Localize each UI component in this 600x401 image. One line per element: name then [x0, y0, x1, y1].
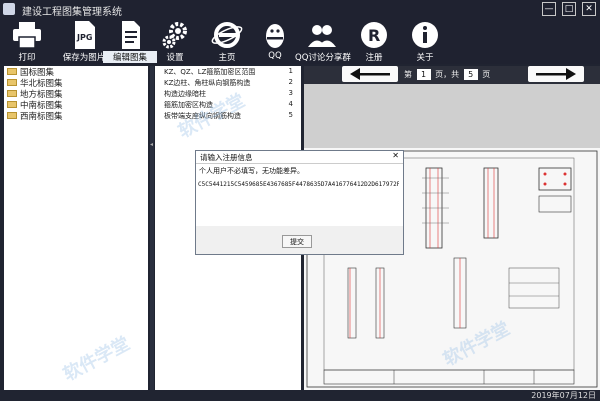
- panel-splitter[interactable]: ◂: [150, 66, 154, 390]
- tree-item-label: 西南标图集: [20, 112, 63, 122]
- page-navigation: 第 1 页，共 5 页: [304, 66, 600, 84]
- print-label: 打印: [18, 53, 36, 63]
- tree-item-southwest[interactable]: 西南标图集: [4, 110, 148, 122]
- doc-title: 构造边缘暗柱: [164, 90, 206, 98]
- main-toolbar: 打印 JPG 保存为图片 编辑图集 设置 主页 QQ QQ讨论分享群 R 注册 …: [0, 18, 600, 64]
- folder-icon: [7, 90, 17, 97]
- print-button[interactable]: 打印: [0, 20, 54, 64]
- tree-item-local[interactable]: 地方标图集: [4, 88, 148, 100]
- app-icon: [3, 3, 15, 15]
- register-label: 注册: [365, 53, 383, 63]
- title-bar: 建设工程图集管理系统 — □ ✕: [0, 0, 600, 18]
- doc-title: KZ、QZ、LZ箍筋加密区范围: [164, 68, 256, 76]
- group-users-icon: [308, 25, 336, 47]
- next-page-button[interactable]: [528, 66, 584, 82]
- doc-number: 4: [288, 100, 293, 108]
- qq-label: QQ: [268, 51, 282, 61]
- page-prefix: 第: [404, 70, 412, 79]
- doc-number: 5: [288, 111, 293, 119]
- settings-label: 设置: [166, 53, 184, 63]
- list-item[interactable]: KZ边柱、角柱纵向钢筋构造 2: [155, 77, 301, 88]
- dialog-footer: 提交: [196, 227, 403, 254]
- document-edit-icon: [122, 21, 140, 49]
- settings-button[interactable]: 设置: [148, 20, 202, 64]
- dialog-title: 请输入注册信息: [200, 153, 253, 162]
- page-middle-text: 页，共: [435, 70, 460, 79]
- about-label: 关于: [416, 53, 434, 63]
- tree-item-central-south[interactable]: 中南标图集: [4, 99, 148, 111]
- status-date: 2019年07月12日: [531, 391, 596, 400]
- ie-browser-icon: [211, 22, 243, 48]
- page-indicator: 第 1 页，共 5 页: [404, 69, 490, 80]
- dialog-body: 个人用户不必填写，无功能差异。: [196, 164, 403, 226]
- maximize-button[interactable]: □: [562, 2, 576, 16]
- gears-icon: [162, 22, 187, 49]
- qq-group-button[interactable]: QQ讨论分享群: [295, 20, 351, 64]
- window-title: 建设工程图集管理系统: [22, 7, 122, 18]
- qq-button[interactable]: QQ: [248, 20, 302, 64]
- folder-icon: [7, 101, 17, 108]
- folder-icon: [7, 112, 17, 119]
- tree-item-national[interactable]: 国标图集: [4, 66, 148, 78]
- page-suffix: 页: [482, 70, 491, 79]
- viewer-background: [304, 84, 600, 148]
- printer-icon: [13, 22, 41, 49]
- dialog-close-button[interactable]: ✕: [392, 151, 399, 160]
- dialog-hint-text: 个人用户不必填写，无功能差异。: [199, 167, 304, 175]
- home-label: 主页: [218, 53, 236, 63]
- info-icon: [412, 22, 438, 48]
- arrow-left-icon: [350, 68, 390, 80]
- jpg-file-icon: JPG: [75, 21, 95, 49]
- registration-code-input[interactable]: [196, 178, 401, 190]
- current-page-field[interactable]: 1: [416, 69, 431, 80]
- svg-text:R: R: [368, 26, 380, 45]
- window-controls: — □ ✕: [542, 2, 596, 16]
- doc-number: 1: [288, 67, 293, 75]
- home-button[interactable]: 主页: [200, 20, 254, 64]
- doc-number: 3: [288, 89, 293, 97]
- jpg-icon-text: JPG: [76, 33, 92, 42]
- register-button[interactable]: R 注册: [347, 20, 401, 64]
- doc-title: KZ边柱、角柱纵向钢筋构造: [164, 79, 251, 87]
- close-window-button[interactable]: ✕: [582, 2, 596, 16]
- qq-group-label: QQ讨论分享群: [295, 53, 351, 63]
- registration-dialog: 请输入注册信息 ✕ 个人用户不必填写，无功能差异。 提交: [195, 150, 404, 255]
- qq-penguin-icon: [266, 24, 284, 48]
- about-button[interactable]: 关于: [398, 20, 452, 64]
- submit-button[interactable]: 提交: [282, 235, 312, 248]
- dialog-header: 请输入注册信息 ✕: [196, 151, 403, 164]
- folder-icon: [7, 79, 17, 86]
- tree-item-north-china[interactable]: 华北标图集: [4, 77, 148, 89]
- total-pages: 5: [463, 69, 478, 80]
- registered-icon: R: [361, 22, 387, 48]
- collapse-arrow-icon[interactable]: ◂: [150, 141, 153, 148]
- minimize-button[interactable]: —: [542, 2, 556, 16]
- doc-number: 2: [288, 78, 293, 86]
- previous-page-button[interactable]: [342, 66, 398, 82]
- list-item[interactable]: KZ、QZ、LZ箍筋加密区范围 1: [155, 66, 301, 77]
- status-bar: 2019年07月12日: [0, 390, 600, 400]
- folder-icon: [7, 68, 17, 75]
- arrow-right-icon: [536, 68, 576, 80]
